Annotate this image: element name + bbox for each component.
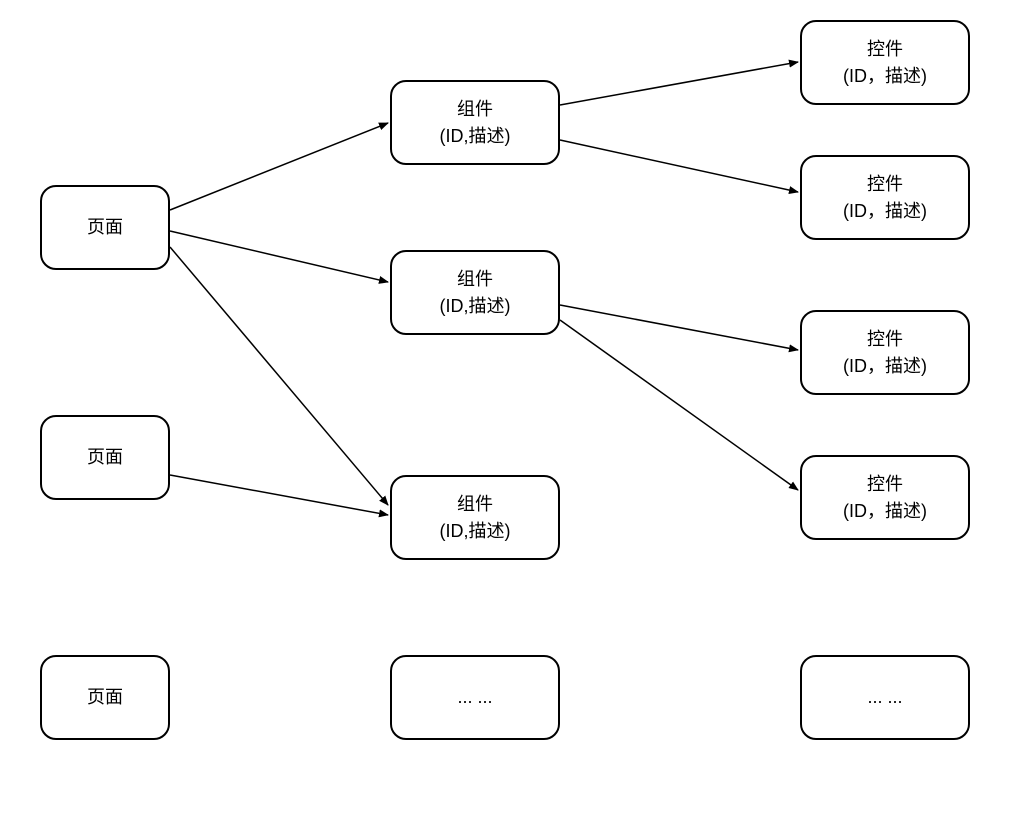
node-line2: (ID，描述) xyxy=(843,198,927,225)
node-control-2: 控件 (ID，描述) xyxy=(800,155,970,240)
node-line1: 控件 xyxy=(867,471,903,498)
node-label: 页面 xyxy=(87,444,123,471)
node-label: ... ... xyxy=(457,684,492,711)
node-component-3: 组件 (ID,描述) xyxy=(390,475,560,560)
node-line1: 组件 xyxy=(457,491,493,518)
node-line1: 组件 xyxy=(457,266,493,293)
node-line2: (ID,描述) xyxy=(440,518,511,545)
node-line1: 控件 xyxy=(867,326,903,353)
node-line2: (ID,描述) xyxy=(440,293,511,320)
node-label: 页面 xyxy=(87,214,123,241)
node-label: 页面 xyxy=(87,684,123,711)
node-line1: 组件 xyxy=(457,96,493,123)
node-page-3: 页面 xyxy=(40,655,170,740)
arrow xyxy=(170,247,388,505)
node-control-ellipsis: ... ... xyxy=(800,655,970,740)
node-label: ... ... xyxy=(867,684,902,711)
node-component-1: 组件 (ID,描述) xyxy=(390,80,560,165)
node-page-2: 页面 xyxy=(40,415,170,500)
node-line1: 控件 xyxy=(867,171,903,198)
node-component-2: 组件 (ID,描述) xyxy=(390,250,560,335)
node-control-4: 控件 (ID，描述) xyxy=(800,455,970,540)
node-line2: (ID，描述) xyxy=(843,498,927,525)
node-control-1: 控件 (ID，描述) xyxy=(800,20,970,105)
arrow xyxy=(560,320,798,490)
node-line2: (ID，描述) xyxy=(843,63,927,90)
arrow xyxy=(560,140,798,192)
arrow xyxy=(560,305,798,350)
arrow xyxy=(170,475,388,515)
node-line2: (ID,描述) xyxy=(440,123,511,150)
node-line2: (ID，描述) xyxy=(843,353,927,380)
arrow xyxy=(170,123,388,210)
node-component-ellipsis: ... ... xyxy=(390,655,560,740)
node-control-3: 控件 (ID，描述) xyxy=(800,310,970,395)
arrow xyxy=(560,62,798,105)
node-line1: 控件 xyxy=(867,36,903,63)
arrow xyxy=(170,231,388,282)
node-page-1: 页面 xyxy=(40,185,170,270)
